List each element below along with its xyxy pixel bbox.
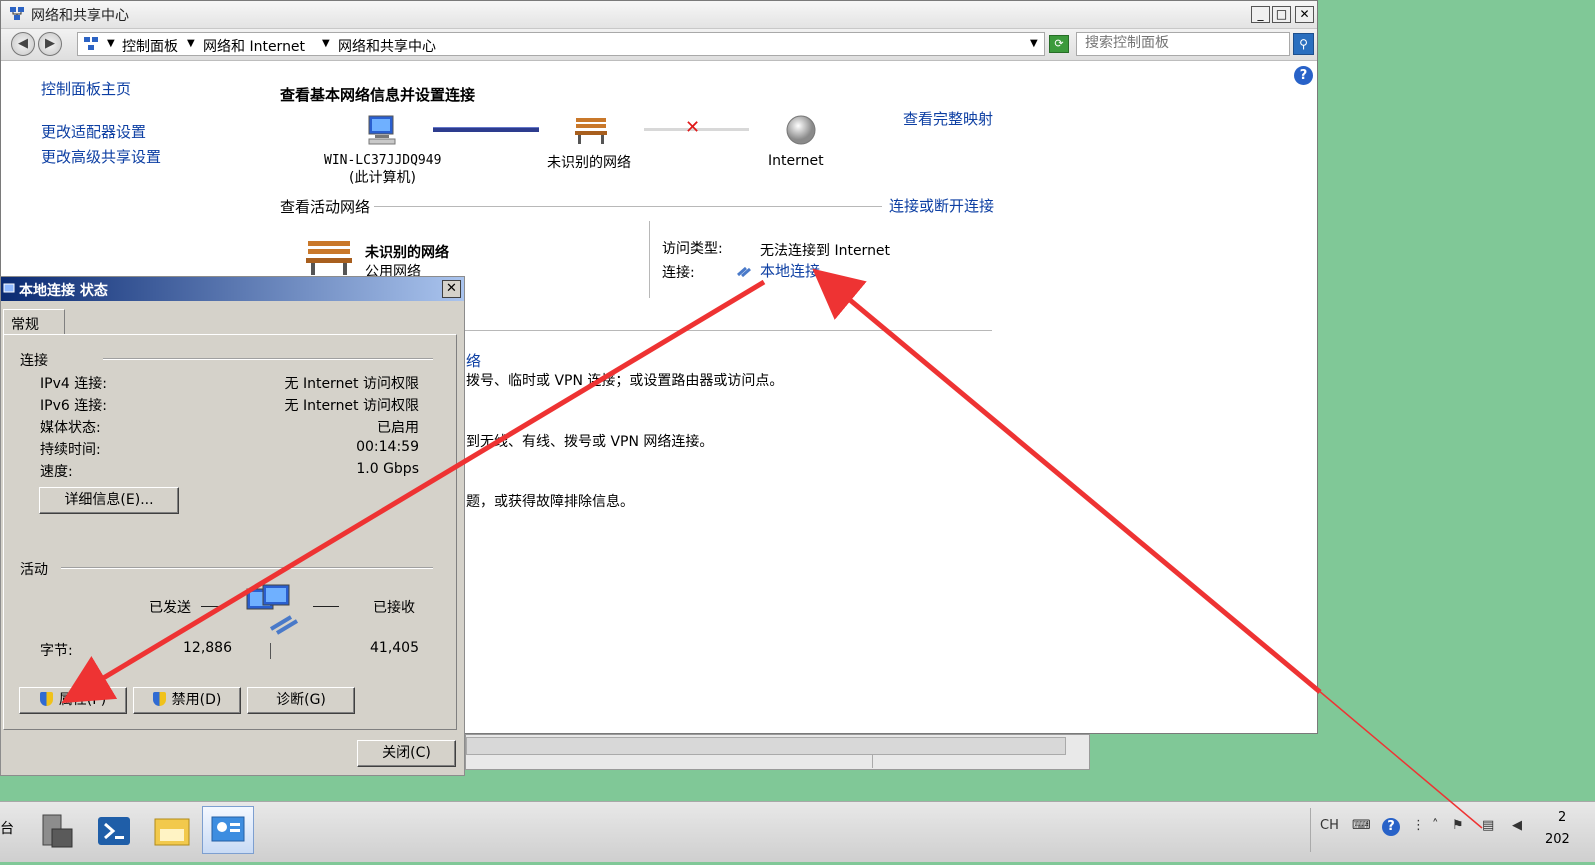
annotation-arrow-to-local-connection (812, 268, 1322, 694)
annotation-thin-line-to-tray (1317, 689, 1483, 829)
annotation-thin-line (459, 283, 761, 467)
annotation-overlay (61, 268, 1483, 829)
